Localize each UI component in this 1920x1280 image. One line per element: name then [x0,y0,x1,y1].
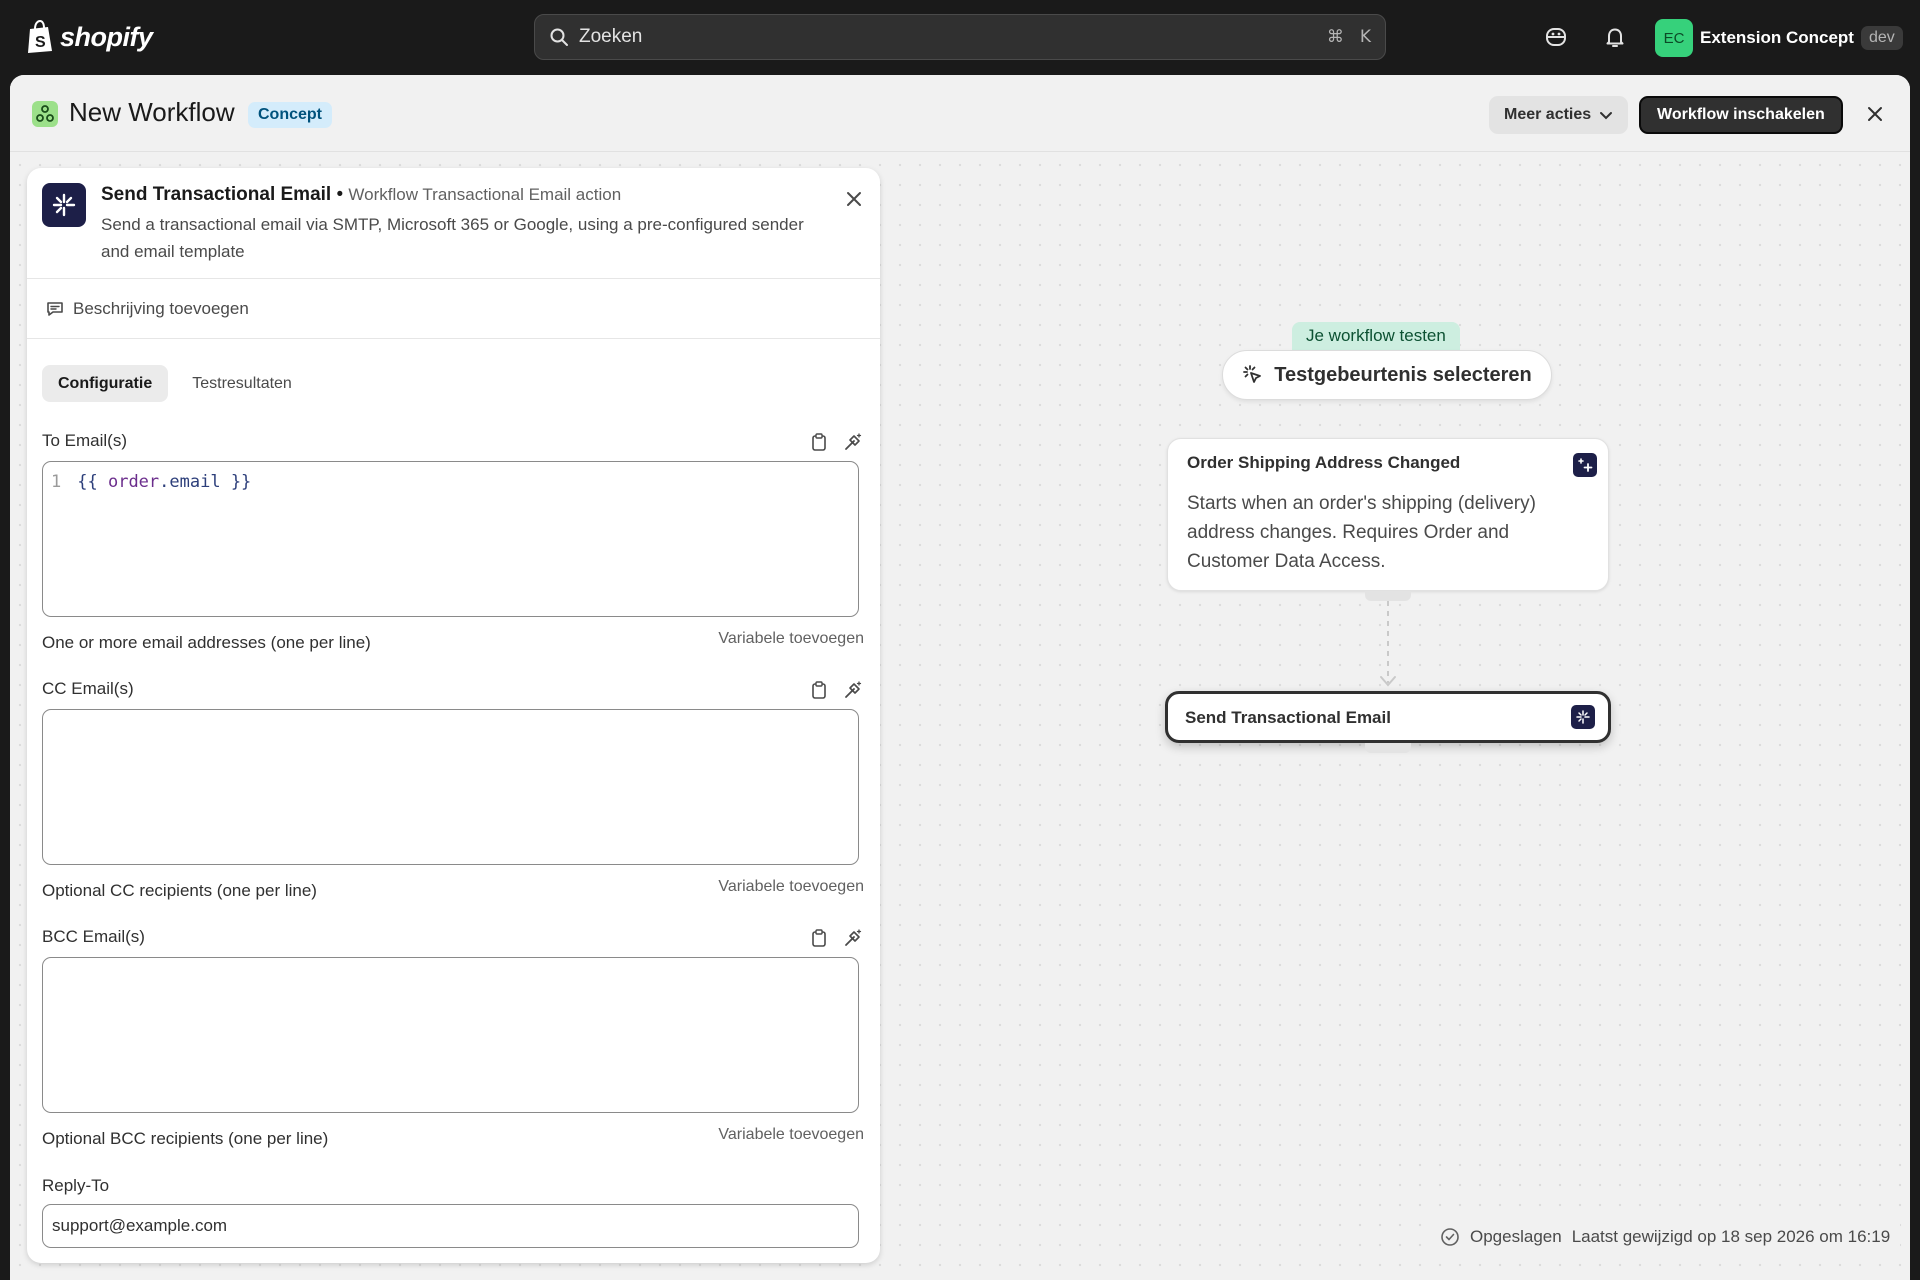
bcc-email-label: BCC Email(s) [42,927,145,946]
action-type-icon [1571,705,1595,729]
bcc-email-help: Optional BCC recipients (one per line) [42,1129,329,1148]
workflow-icon [32,101,58,127]
connector-handle[interactable] [1365,591,1411,601]
test-workflow-badge: Je workflow testen [1292,322,1460,350]
search-placeholder: Zoeken [579,26,643,47]
to-email-help: One or more email addresses (one per lin… [42,633,371,652]
cc-add-variable-link[interactable]: Variabele toevoegen [718,878,864,896]
connector-handle[interactable] [1365,743,1411,753]
close-icon[interactable] [1865,104,1885,124]
line-number: 1 [51,472,62,492]
env-badge: dev [1860,26,1903,50]
check-circle-icon [1441,1228,1459,1246]
avatar: EC [1655,19,1693,57]
tab-testresultaten[interactable]: Testresultaten [176,365,308,402]
shopify-logo[interactable]: S shopify [26,20,153,54]
shortcut-key: K [1359,27,1371,47]
last-modified: Laatst gewijzigd op 18 sep 2026 om 16:19 [1571,1227,1891,1246]
more-actions-label: Meer acties [1504,106,1592,123]
reply-to-label: Reply-To [42,1176,110,1195]
reply-to-field[interactable]: support@example.com [42,1204,859,1248]
save-status: Opgeslagen Laatst gewijzigd op 18 sep 20… [1430,1215,1901,1259]
action-node-title: Send Transactional Email [1185,708,1391,727]
account-name: Extension Concept [1700,28,1854,47]
clipboard-icon[interactable] [809,928,829,948]
add-description-button[interactable]: Beschrijving toevoegen [27,279,880,339]
bcc-add-variable-link[interactable]: Variabele toevoegen [718,1126,864,1144]
cc-email-label: CC Email(s) [42,679,134,698]
to-email-label: To Email(s) [42,431,128,450]
enable-workflow-button[interactable]: Workflow inschakelen [1639,96,1843,134]
editor-header: New Workflow Concept Meer acties Workflo… [10,75,1910,152]
search-input[interactable]: Zoeken ⌘ K [534,14,1386,60]
cc-email-editor[interactable] [42,709,859,865]
to-add-variable-link[interactable]: Variabele toevoegen [718,630,864,648]
workflow-editor: New Workflow Concept Meer acties Workflo… [10,75,1910,1280]
select-test-event-button[interactable]: Testgebeurtenis selecteren [1222,350,1552,400]
logo-wordmark: shopify [60,21,153,52]
action-subtitle: Workflow Transactional Email action [348,185,622,204]
trigger-description: Starts when an order's shipping (deliver… [1187,493,1536,572]
trigger-node[interactable]: Order Shipping Address Changed Starts wh… [1167,438,1609,591]
panel-header: Send Transactional Email • Workflow Tran… [27,168,880,279]
panel-tabs: Configuratie Testresultaten [42,365,308,402]
svg-text:S: S [35,34,46,51]
connector-arrow [1380,601,1396,687]
trigger-type-icon [1573,453,1597,477]
cursor-click-icon [1243,365,1262,383]
page-title: New Workflow [69,97,235,127]
tab-configuratie[interactable]: Configuratie [42,365,169,402]
account-menu[interactable]: EC Extension Concept dev [1655,19,1903,57]
bell-icon[interactable] [1603,25,1627,49]
magic-wand-icon[interactable] [843,432,863,452]
status-badge: Concept [248,102,332,128]
action-description: Send a transactional email via SMTP, Mic… [101,215,804,261]
saved-label: Opgeslagen [1470,1227,1562,1246]
action-title-row: Send Transactional Email • Workflow Tran… [101,184,621,206]
search-icon [550,28,568,46]
email-action-icon [42,183,86,227]
bcc-email-tools [809,928,863,948]
code-text: {{ order.email }} [77,472,252,492]
trigger-title: Order Shipping Address Changed [1187,453,1461,472]
clipboard-icon[interactable] [809,680,829,700]
action-title: Send Transactional Email [101,184,332,205]
shortcut-cmd: ⌘ [1326,27,1344,47]
shopify-bag-icon: S [28,20,52,53]
comment-icon [47,301,63,316]
action-config-panel: Send Transactional Email • Workflow Tran… [27,168,880,1263]
cc-email-help: Optional CC recipients (one per line) [42,881,317,900]
sidekick-icon[interactable] [1544,25,1568,49]
top-bar: S shopify Zoeken ⌘ K EC Extension Concep… [0,0,1920,75]
to-email-editor[interactable]: 1 {{ order.email }} [42,461,859,617]
title-separator: • [336,184,344,205]
cc-email-tools [809,680,863,700]
magic-wand-icon[interactable] [843,928,863,948]
clipboard-icon[interactable] [809,432,829,452]
close-panel-icon[interactable] [845,190,863,208]
select-test-event-label: Testgebeurtenis selecteren [1274,363,1532,386]
action-node[interactable]: Send Transactional Email [1165,691,1611,743]
add-description-label: Beschrijving toevoegen [73,298,249,318]
to-email-tools [809,432,863,452]
magic-wand-icon[interactable] [843,680,863,700]
code-line: 1 {{ order.email }} [51,472,251,492]
more-actions-button[interactable]: Meer acties [1489,96,1629,134]
bcc-email-editor[interactable] [42,957,859,1113]
chevron-down-icon [1600,112,1613,120]
